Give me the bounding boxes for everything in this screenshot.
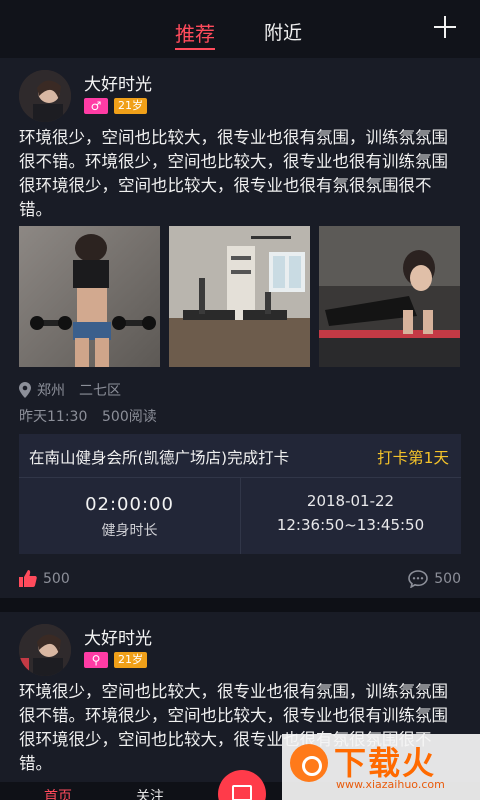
nav-home[interactable]: 首页	[44, 786, 72, 800]
gender-badge: ♂	[84, 98, 108, 114]
female-icon: ⚲	[91, 653, 101, 667]
checkin-header: 在南山健身会所(凯德广场店)完成打卡 打卡第1天	[19, 434, 461, 478]
checkin-date: 2018-01-22	[306, 492, 395, 510]
comment-count: 500	[434, 571, 461, 587]
tab-nearby[interactable]: 附近	[264, 18, 302, 45]
male-icon: ♂	[90, 99, 102, 113]
nav-follow[interactable]: 关注	[136, 786, 164, 800]
username[interactable]: 大好时光	[84, 624, 152, 649]
like-button[interactable]: 500	[19, 570, 70, 587]
location-text: 郑州 二七区	[37, 383, 121, 399]
like-count: 500	[43, 570, 70, 587]
workout-duration-label: 健身时长	[101, 523, 158, 539]
watermark-logo-icon	[290, 744, 328, 782]
post-card[interactable]: 大好时光 ♂ 21岁 环境很少，空间也比较大，很专业也很有氛围，训练氛氛围很不错…	[0, 58, 480, 598]
comment-button[interactable]: 500	[408, 570, 461, 588]
comment-icon	[408, 570, 429, 588]
watermark-url: www.xiazaihuo.com	[336, 778, 445, 791]
active-tab-indicator	[175, 48, 215, 50]
watermark: 下载火 www.xiazaihuo.com	[282, 734, 480, 800]
tab-recommend-label: 推荐	[175, 22, 215, 46]
post-divider	[0, 598, 480, 612]
top-nav-bar: 推荐 附近	[0, 0, 480, 58]
username[interactable]: 大好时光	[84, 70, 152, 95]
checkin-day: 打卡第1天	[377, 449, 449, 467]
post-time: 昨天11:30	[19, 409, 88, 425]
tab-nearby-label: 附近	[264, 22, 303, 44]
location: 郑州 二七区	[19, 380, 121, 400]
avatar[interactable]	[19, 624, 71, 676]
location-pin-icon	[19, 382, 31, 398]
post-photo[interactable]	[19, 226, 160, 367]
post-photo[interactable]	[319, 226, 460, 367]
post-photo[interactable]	[169, 226, 310, 367]
post-text[interactable]: 环境很少，空间也比较大，很专业也很有氛围，训练氛氛围很不错。环境很少，空间也比较…	[19, 126, 463, 222]
age-badge: 21岁	[114, 98, 147, 114]
camera-icon	[232, 785, 252, 800]
age-badge: 21岁	[114, 652, 147, 668]
checkin-place: 在南山健身会所(凯德广场店)完成打卡	[29, 449, 290, 467]
add-icon[interactable]	[434, 16, 456, 38]
checkin-time-range: 12:36:50~13:45:50	[276, 516, 425, 534]
tab-recommend[interactable]: 推荐	[175, 18, 215, 50]
read-count: 500阅读	[102, 409, 157, 425]
workout-duration: 02:00:00	[85, 494, 174, 515]
gender-badge: ⚲	[84, 652, 108, 668]
thumbs-up-icon	[19, 570, 37, 587]
avatar[interactable]	[19, 70, 71, 122]
checkin-card[interactable]: 在南山健身会所(凯德广场店)完成打卡 打卡第1天 02:00:00 健身时长 2…	[19, 434, 461, 554]
